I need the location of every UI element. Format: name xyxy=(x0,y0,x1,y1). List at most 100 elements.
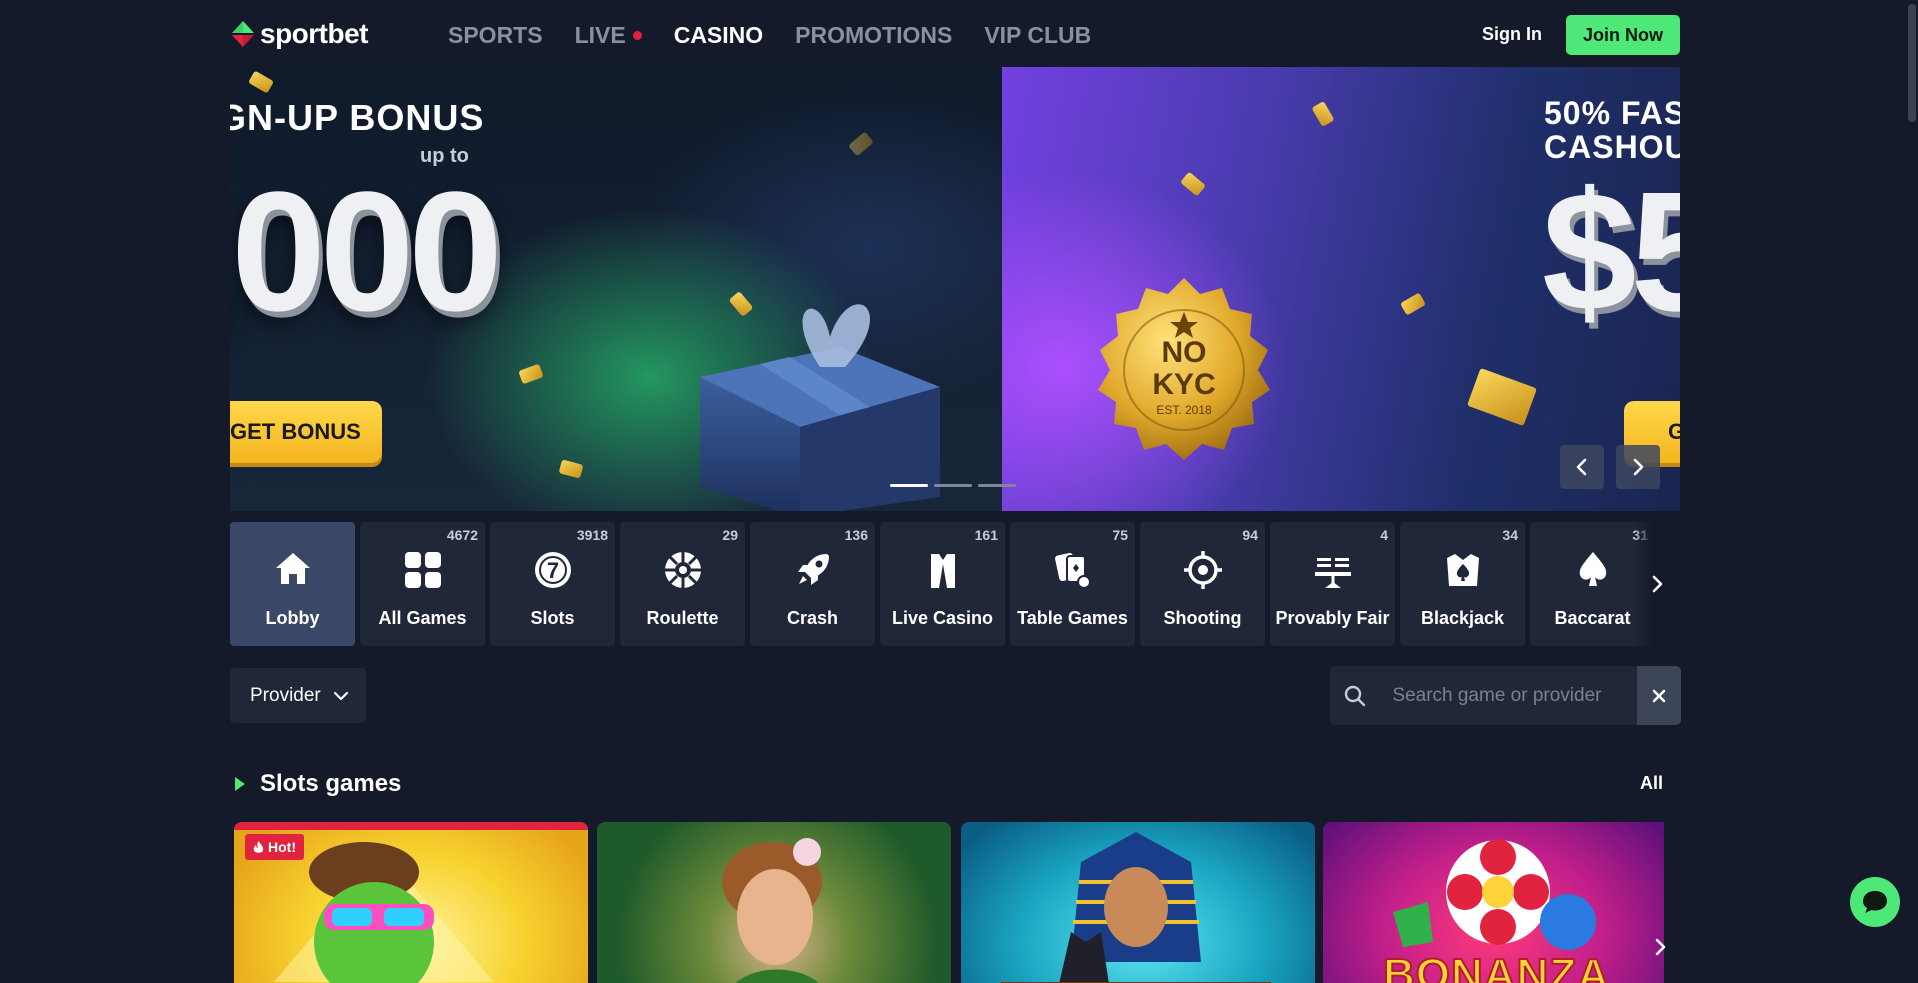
games-next-button[interactable] xyxy=(1640,930,1680,964)
slots-icon: 7 xyxy=(490,550,615,590)
confetti-decoration xyxy=(558,459,584,479)
category-count: 29 xyxy=(722,527,738,543)
chevron-right-icon xyxy=(1652,575,1663,593)
category-count: 4672 xyxy=(446,527,478,543)
scrollbar-thumb[interactable] xyxy=(1908,4,1916,122)
gift-box-illustration xyxy=(700,304,940,511)
category-slots[interactable]: 3918 7 Slots xyxy=(490,522,615,646)
cards-icon xyxy=(1010,550,1135,590)
chevron-right-icon xyxy=(1655,938,1666,956)
category-lobby[interactable]: Lobby xyxy=(230,522,355,646)
carousel-dots xyxy=(890,484,1016,487)
carousel-dot[interactable] xyxy=(978,484,1016,487)
logo-diamond-icon xyxy=(230,19,256,49)
blackjack-icon xyxy=(1400,550,1525,590)
confetti-decoration xyxy=(247,70,275,94)
chevron-right-icon xyxy=(1633,458,1644,476)
carousel-prev-button[interactable] xyxy=(1560,445,1604,489)
confetti-decoration xyxy=(1399,292,1427,316)
confetti-decoration xyxy=(1311,100,1335,128)
slide2-headline: 50% FAS CASHOU xyxy=(1544,95,1680,164)
game-category-bar: Lobby 4672 All Games 3918 7 Slots 29 Rou… xyxy=(230,522,1680,646)
game-card[interactable]: BONANZA xyxy=(1323,822,1664,983)
category-table-games[interactable]: 75 Table Games xyxy=(1010,522,1135,646)
see-all-slots-link[interactable]: All xyxy=(1640,773,1663,794)
game-search-box xyxy=(1330,666,1681,725)
sign-in-link[interactable]: Sign In xyxy=(1482,24,1542,45)
category-label: Shooting xyxy=(1163,608,1242,628)
carousel-dot[interactable] xyxy=(890,484,928,487)
nav-live[interactable]: LIVE xyxy=(575,22,642,49)
page-scrollbar[interactable] xyxy=(1906,0,1918,983)
category-count: 4 xyxy=(1380,527,1388,543)
promo-carousel: GN-UP BONUS up to ,000 GET BONUS NO KYC … xyxy=(230,67,1680,511)
svg-text:7: 7 xyxy=(546,558,558,583)
game-card[interactable] xyxy=(597,822,951,983)
get-bonus-button[interactable]: GET BONUS xyxy=(230,401,382,463)
category-label: All Games xyxy=(378,608,467,628)
search-input[interactable] xyxy=(1380,666,1638,725)
chevron-down-icon xyxy=(333,691,348,700)
confetti-decoration xyxy=(848,131,874,157)
home-icon xyxy=(230,550,355,586)
promo-slide-signup-bonus[interactable]: GN-UP BONUS up to ,000 GET BONUS xyxy=(230,67,1002,511)
hot-badge: Hot! xyxy=(245,834,304,860)
crosshair-icon xyxy=(1140,550,1265,590)
categories-next-button[interactable] xyxy=(1634,522,1680,646)
main-nav: SPORTS LIVE CASINO PROMOTIONS VIP CLUB xyxy=(448,22,1091,49)
confetti-decoration xyxy=(1466,367,1538,427)
slide2-amount: $5 xyxy=(1542,157,1680,347)
join-now-button[interactable]: Join Now xyxy=(1566,15,1680,55)
brand-name: sportbet xyxy=(260,18,369,49)
slide2-headline-line1: 50% FAS xyxy=(1544,95,1680,131)
category-shooting[interactable]: 94 Shooting xyxy=(1140,522,1265,646)
category-live-casino[interactable]: 161 Live Casino xyxy=(880,522,1005,646)
category-provably-fair[interactable]: 4 Provably Fair xyxy=(1270,522,1395,646)
nav-promotions-label: PROMOTIONS xyxy=(795,22,953,48)
seal-text-no: NO xyxy=(1162,336,1207,369)
roulette-icon xyxy=(620,550,745,590)
nav-vip-label: VIP CLUB xyxy=(984,22,1092,48)
confetti-decoration xyxy=(1180,171,1206,197)
clear-search-button[interactable] xyxy=(1637,666,1681,725)
category-all-games[interactable]: 4672 All Games xyxy=(360,522,485,646)
category-label: Provably Fair xyxy=(1275,608,1390,628)
egyptian-queen-art xyxy=(1001,832,1271,983)
category-roulette[interactable]: 29 Roulette xyxy=(620,522,745,646)
nav-sports[interactable]: SPORTS xyxy=(448,22,543,49)
category-label: Lobby xyxy=(265,608,320,628)
nav-casino[interactable]: CASINO xyxy=(674,22,763,49)
flame-icon xyxy=(253,840,264,853)
top-header: sportbet SPORTS LIVE CASINO PROMOTIONS V… xyxy=(230,0,1680,70)
category-label: Slots xyxy=(530,608,575,628)
seal-text-est: EST. 2018 xyxy=(1156,403,1212,417)
category-count: 136 xyxy=(844,527,868,543)
rocket-icon xyxy=(750,550,875,590)
dealer-icon xyxy=(880,550,1005,590)
nav-vip-club[interactable]: VIP CLUB xyxy=(984,22,1091,49)
section-title: Slots games xyxy=(260,770,402,797)
carousel-dot[interactable] xyxy=(934,484,972,487)
nav-promotions[interactable]: PROMOTIONS xyxy=(795,22,952,49)
confetti-decoration xyxy=(518,363,544,385)
nav-sports-label: SPORTS xyxy=(448,22,543,48)
nav-casino-label: CASINO xyxy=(673,22,764,48)
live-chat-button[interactable] xyxy=(1850,877,1900,927)
carousel-next-button[interactable] xyxy=(1616,445,1660,489)
live-indicator-dot xyxy=(632,31,642,40)
scale-icon xyxy=(1270,550,1395,590)
brand-logo[interactable]: sportbet xyxy=(230,18,369,50)
game-card[interactable] xyxy=(961,822,1315,983)
category-label: Live Casino xyxy=(891,608,994,628)
category-count: 75 xyxy=(1112,527,1128,543)
category-blackjack[interactable]: 34 Blackjack xyxy=(1400,522,1525,646)
slots-section-header: Slots games xyxy=(234,770,401,798)
game-card[interactable]: Hot! xyxy=(234,822,588,983)
grid-icon xyxy=(360,550,485,590)
provider-dropdown-label: Provider xyxy=(250,684,321,706)
category-crash[interactable]: 136 Crash xyxy=(750,522,875,646)
slide1-amount: ,000 xyxy=(230,157,503,347)
no-kyc-seal-icon: NO KYC EST. 2018 xyxy=(1098,278,1270,460)
category-count: 3918 xyxy=(576,527,608,543)
provider-dropdown[interactable]: Provider xyxy=(230,668,366,723)
